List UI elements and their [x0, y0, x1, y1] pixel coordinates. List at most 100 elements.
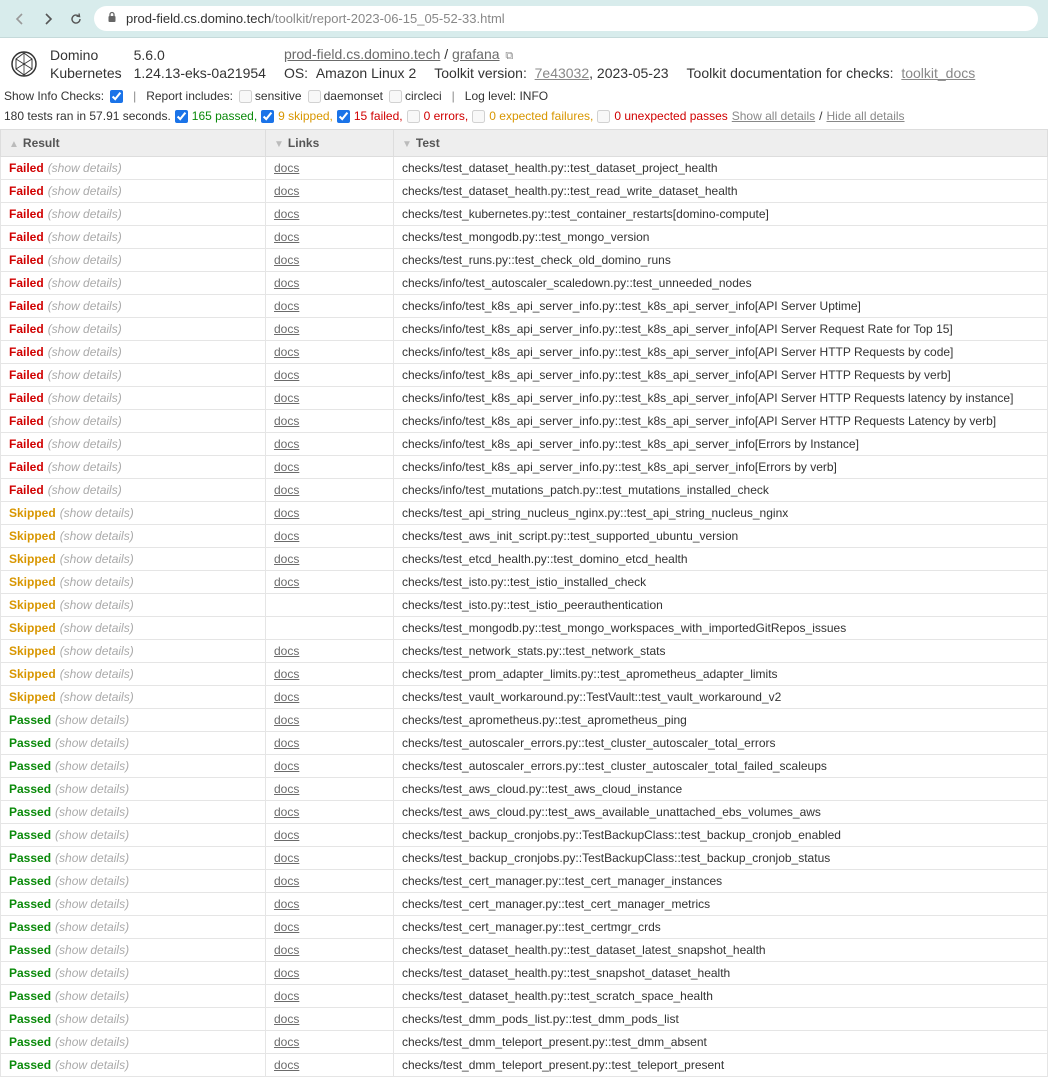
show-details-link[interactable]: (show details)	[60, 667, 134, 681]
show-details-link[interactable]: (show details)	[60, 621, 134, 635]
show-details-link[interactable]: (show details)	[48, 253, 122, 267]
col-result-header[interactable]: ▲Result	[1, 130, 266, 157]
docs-link[interactable]: docs	[274, 897, 299, 911]
show-details-link[interactable]: (show details)	[48, 184, 122, 198]
docs-link[interactable]: docs	[274, 506, 299, 520]
skipped-checkbox[interactable]	[261, 110, 274, 123]
docs-link[interactable]: docs	[274, 1035, 299, 1049]
docs-link[interactable]: docs	[274, 483, 299, 497]
show-details-link[interactable]: (show details)	[55, 1035, 129, 1049]
show-details-link[interactable]: (show details)	[48, 368, 122, 382]
show-details-link[interactable]: (show details)	[48, 345, 122, 359]
show-details-link[interactable]: (show details)	[55, 782, 129, 796]
show-details-link[interactable]: (show details)	[55, 920, 129, 934]
show-details-link[interactable]: (show details)	[48, 414, 122, 428]
col-test-header[interactable]: ▼Test	[394, 130, 1048, 157]
docs-link[interactable]: docs	[274, 230, 299, 244]
show-details-link[interactable]: (show details)	[48, 207, 122, 221]
show-details-link[interactable]: (show details)	[48, 230, 122, 244]
show-details-link[interactable]: (show details)	[55, 897, 129, 911]
docs-link[interactable]: docs	[274, 276, 299, 290]
show-details-link[interactable]: (show details)	[55, 943, 129, 957]
show-details-link[interactable]: (show details)	[55, 1012, 129, 1026]
docs-link[interactable]: docs	[274, 529, 299, 543]
url-bar[interactable]: prod-field.cs.domino.tech/toolkit/report…	[94, 6, 1038, 31]
show-details-link[interactable]: (show details)	[48, 483, 122, 497]
docs-link[interactable]: docs	[274, 1012, 299, 1026]
docs-link[interactable]: docs	[274, 322, 299, 336]
show-details-link[interactable]: (show details)	[60, 598, 134, 612]
grafana-link[interactable]: grafana	[452, 46, 499, 62]
passed-checkbox[interactable]	[175, 110, 188, 123]
show-details-link[interactable]: (show details)	[55, 805, 129, 819]
docs-link[interactable]: docs	[274, 805, 299, 819]
show-details-link[interactable]: (show details)	[48, 391, 122, 405]
docs-link[interactable]: docs	[274, 575, 299, 589]
show-details-link[interactable]: (show details)	[55, 713, 129, 727]
docs-link[interactable]: docs	[274, 851, 299, 865]
show-details-link[interactable]: (show details)	[48, 437, 122, 451]
reload-button[interactable]	[66, 9, 86, 29]
show-details-link[interactable]: (show details)	[60, 575, 134, 589]
toolkit-version-link[interactable]: 7e43032	[535, 65, 590, 81]
docs-link[interactable]: docs	[274, 736, 299, 750]
docs-link[interactable]: docs	[274, 184, 299, 198]
docs-link[interactable]: docs	[274, 299, 299, 313]
docs-link[interactable]: docs	[274, 713, 299, 727]
daemonset-checkbox[interactable]	[308, 90, 321, 103]
col-links-header[interactable]: ▼Links	[266, 130, 394, 157]
docs-link[interactable]: docs	[274, 161, 299, 175]
docs-link[interactable]: docs	[274, 368, 299, 382]
docs-link[interactable]: docs	[274, 437, 299, 451]
show-details-link[interactable]: (show details)	[55, 759, 129, 773]
show-details-link[interactable]: (show details)	[60, 552, 134, 566]
docs-link[interactable]: docs	[274, 828, 299, 842]
show-details-link[interactable]: (show details)	[48, 322, 122, 336]
errors-checkbox[interactable]	[407, 110, 420, 123]
show-details-link[interactable]: (show details)	[60, 644, 134, 658]
show-details-link[interactable]: (show details)	[48, 276, 122, 290]
docs-link[interactable]: docs	[274, 966, 299, 980]
docs-link[interactable]: docs	[274, 345, 299, 359]
hide-all-details-link[interactable]: Hide all details	[826, 109, 904, 123]
show-details-link[interactable]: (show details)	[48, 460, 122, 474]
show-details-link[interactable]: (show details)	[55, 851, 129, 865]
show-details-link[interactable]: (show details)	[60, 506, 134, 520]
show-details-link[interactable]: (show details)	[55, 989, 129, 1003]
show-details-link[interactable]: (show details)	[60, 690, 134, 704]
show-all-details-link[interactable]: Show all details	[732, 109, 815, 123]
docs-link[interactable]: docs	[274, 759, 299, 773]
docs-link[interactable]: docs	[274, 414, 299, 428]
host-link[interactable]: prod-field.cs.domino.tech	[284, 46, 440, 62]
docs-link[interactable]: docs	[274, 782, 299, 796]
docs-link[interactable]: docs	[274, 667, 299, 681]
back-button[interactable]	[10, 9, 30, 29]
failed-checkbox[interactable]	[337, 110, 350, 123]
show-details-link[interactable]: (show details)	[60, 529, 134, 543]
docs-link[interactable]: docs	[274, 207, 299, 221]
show-details-link[interactable]: (show details)	[55, 1058, 129, 1072]
show-details-link[interactable]: (show details)	[55, 736, 129, 750]
docs-link[interactable]: docs	[274, 552, 299, 566]
show-details-link[interactable]: (show details)	[55, 966, 129, 980]
show-details-link[interactable]: (show details)	[48, 161, 122, 175]
circleci-checkbox[interactable]	[389, 90, 402, 103]
docs-link[interactable]: docs	[274, 391, 299, 405]
docs-link[interactable]: docs	[274, 690, 299, 704]
show-info-checkbox[interactable]	[110, 90, 123, 103]
xfail-checkbox[interactable]	[472, 110, 485, 123]
xpass-checkbox[interactable]	[597, 110, 610, 123]
docs-link[interactable]: docs	[274, 253, 299, 267]
toolkit-docs-link[interactable]: toolkit_docs	[901, 65, 975, 81]
show-details-link[interactable]: (show details)	[48, 299, 122, 313]
sensitive-checkbox[interactable]	[239, 90, 252, 103]
forward-button[interactable]	[38, 9, 58, 29]
show-details-link[interactable]: (show details)	[55, 874, 129, 888]
docs-link[interactable]: docs	[274, 943, 299, 957]
docs-link[interactable]: docs	[274, 989, 299, 1003]
docs-link[interactable]: docs	[274, 460, 299, 474]
docs-link[interactable]: docs	[274, 920, 299, 934]
docs-link[interactable]: docs	[274, 644, 299, 658]
docs-link[interactable]: docs	[274, 874, 299, 888]
docs-link[interactable]: docs	[274, 1058, 299, 1072]
